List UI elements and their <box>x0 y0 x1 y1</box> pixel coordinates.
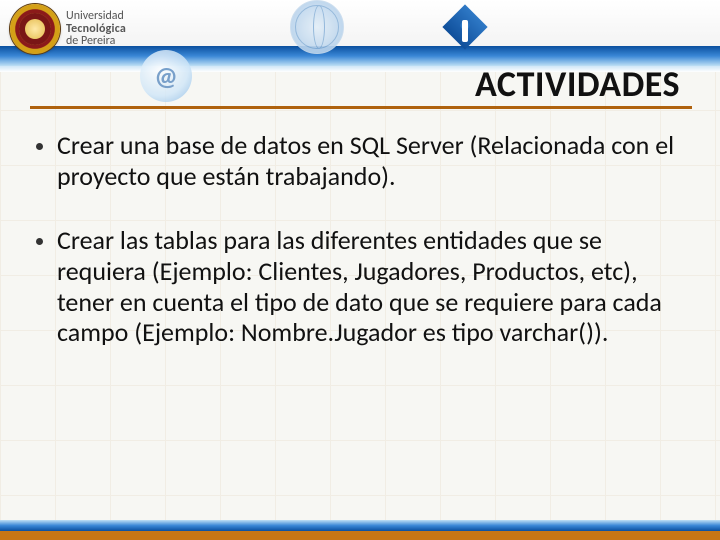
bullet-icon <box>36 238 43 245</box>
seal-icon <box>10 4 60 54</box>
list-item: Crear una base de datos en SQL Server (R… <box>36 130 680 191</box>
footer-bars <box>0 520 720 540</box>
bullet-text: Crear las tablas para las diferentes ent… <box>57 225 680 348</box>
slide-body: Crear una base de datos en SQL Server (R… <box>36 130 680 382</box>
title-underline <box>30 106 692 109</box>
uni-line1: Universidad <box>66 10 126 23</box>
uni-line3: de Pereira <box>66 35 126 48</box>
university-logo: Universidad Tecnológica de Pereira <box>10 4 126 54</box>
info-i-icon <box>440 2 490 52</box>
footer-blue-bar <box>0 520 720 531</box>
university-name: Universidad Tecnológica de Pereira <box>66 10 126 48</box>
footer-orange-bar <box>0 531 720 540</box>
slide-title: ACTIVIDADES <box>475 62 680 106</box>
at-icon: @ <box>140 50 192 102</box>
bullet-text: Crear una base de datos en SQL Server (R… <box>57 130 680 191</box>
list-item: Crear las tablas para las diferentes ent… <box>36 225 680 348</box>
globe-icon <box>290 0 344 54</box>
bullet-icon <box>36 143 43 150</box>
